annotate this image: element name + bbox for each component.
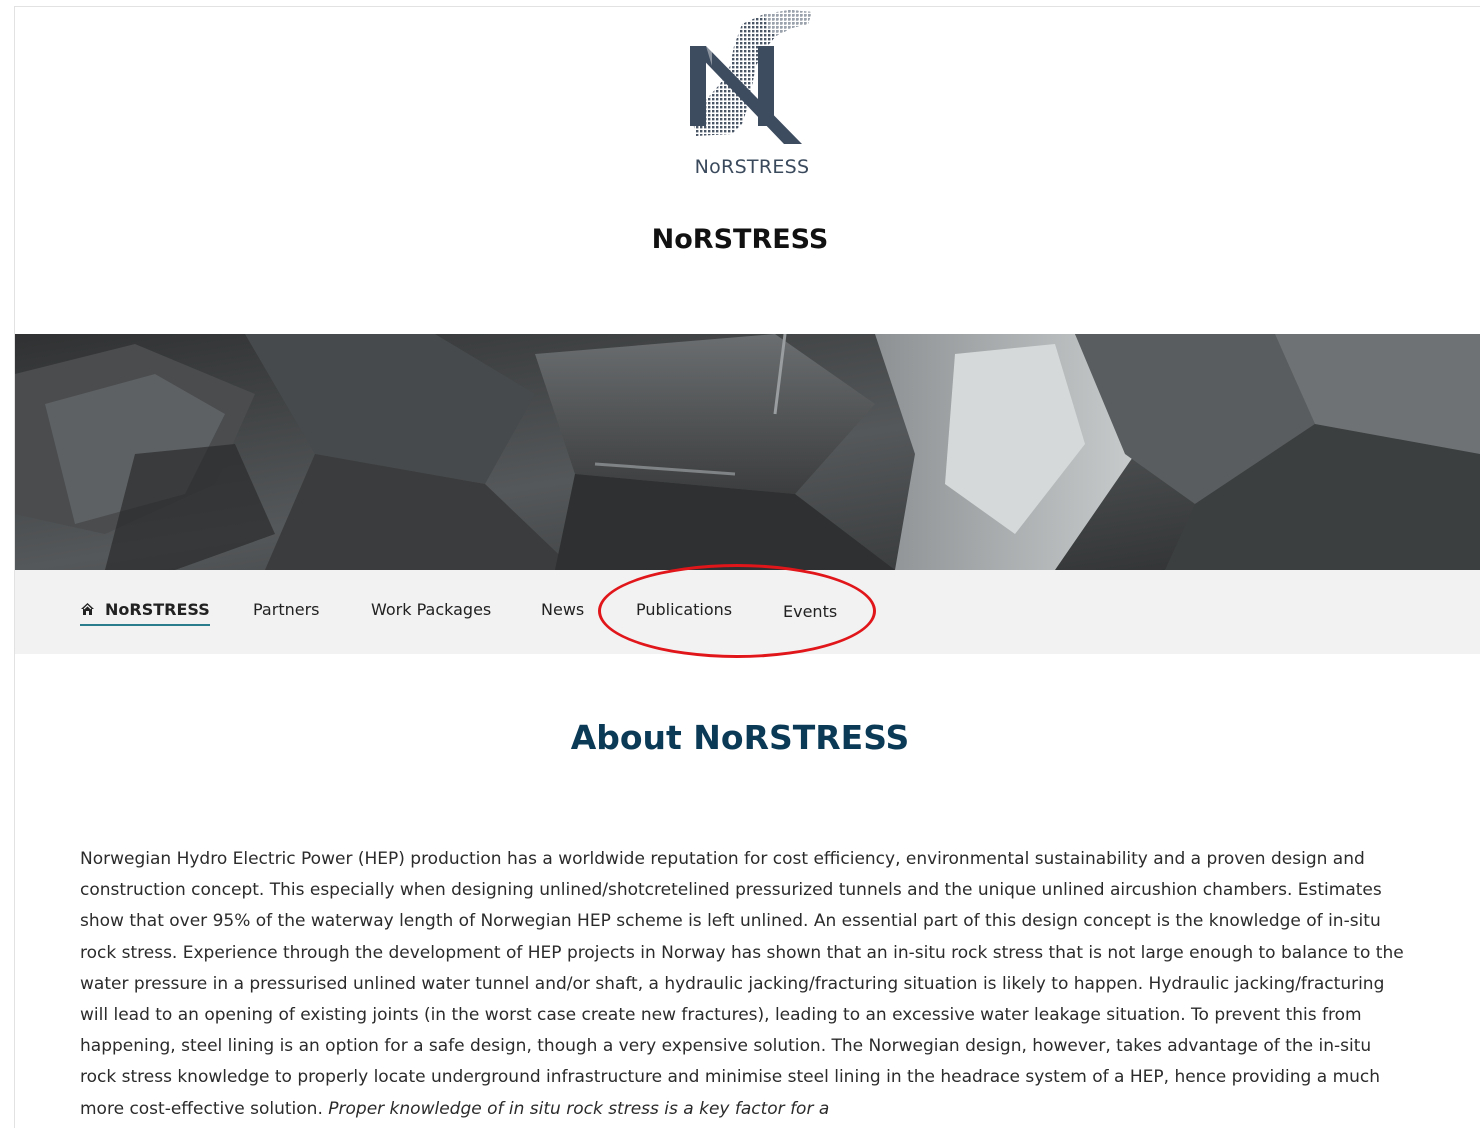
nav-item-norstress[interactable]: NoRSTRESS <box>80 600 210 626</box>
rock-photo <box>15 334 1480 570</box>
header-banner-image <box>15 334 1480 570</box>
main-navigation: NoRSTRESS Partners Work Packages News Pu… <box>15 570 1480 654</box>
about-text: Norwegian Hydro Electric Power (HEP) pro… <box>80 849 1404 1119</box>
about-text-italic: Proper knowledge of in situ rock stress … <box>328 1098 830 1119</box>
nav-item-partners[interactable]: Partners <box>253 600 319 619</box>
home-icon <box>80 601 95 620</box>
site-title: NoRSTRESS <box>651 224 829 255</box>
norstress-logo-icon <box>690 10 812 144</box>
nav-item-label: NoRSTRESS <box>105 600 210 619</box>
about-paragraph: Norwegian Hydro Electric Power (HEP) pro… <box>80 844 1410 1125</box>
nav-item-news[interactable]: News <box>541 600 584 619</box>
page-title: About NoRSTRESS <box>570 718 910 757</box>
nav-item-publications[interactable]: Publications <box>636 600 732 619</box>
logo-text: NoRSTRESS <box>694 156 810 178</box>
site-logo[interactable]: NoRSTRESS <box>672 6 832 182</box>
nav-item-events[interactable]: Events <box>783 602 837 621</box>
nav-item-work-packages[interactable]: Work Packages <box>371 600 491 619</box>
